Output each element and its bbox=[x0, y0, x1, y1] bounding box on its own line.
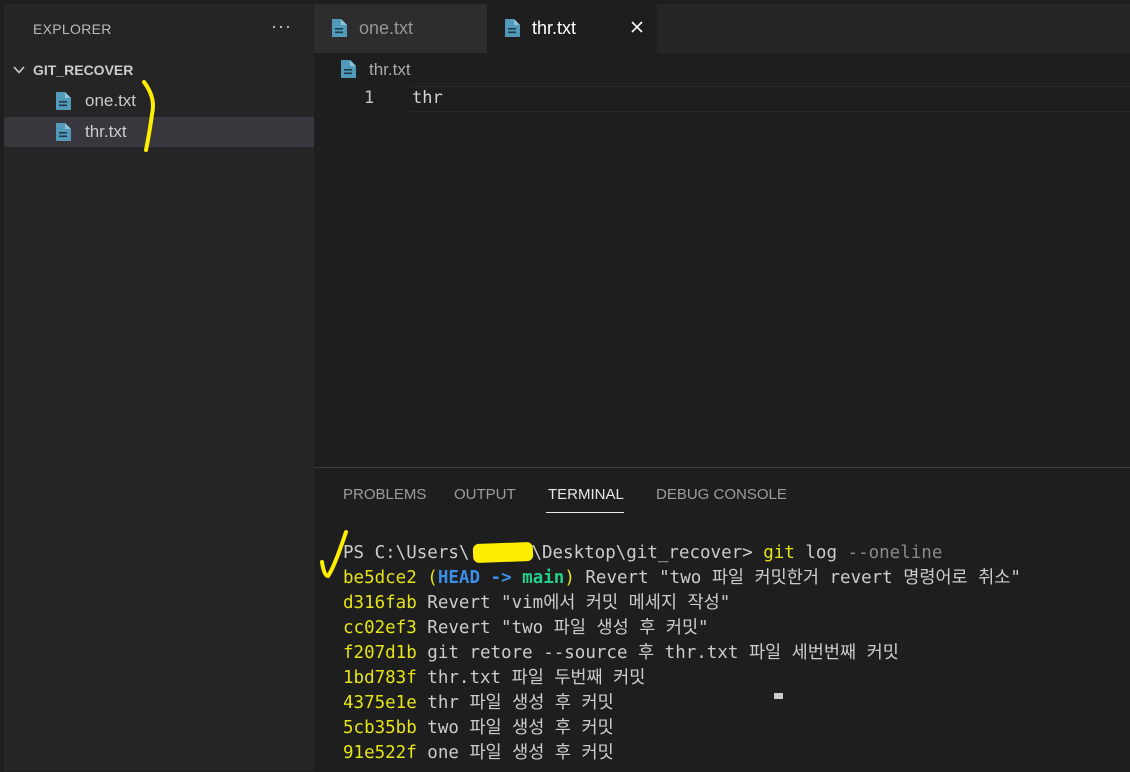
commit-message: Revert "vim에서 커밋 메세지 작성" bbox=[416, 593, 731, 613]
explorer-title: EXPLORER bbox=[33, 21, 112, 37]
commit-message: thr 파일 생성 후 커밋 bbox=[416, 693, 614, 713]
bottom-panel: PROBLEMS OUTPUT TERMINAL DEBUG CONSOLE P… bbox=[314, 467, 1130, 772]
commit-message: one 파일 생성 후 커밋 bbox=[416, 743, 614, 763]
commit-hash: cc02ef3 bbox=[343, 618, 417, 638]
annotation-checkmark bbox=[320, 530, 348, 579]
tab-thr-txt[interactable]: thr.txt bbox=[487, 4, 657, 53]
current-line-highlight bbox=[410, 86, 1130, 112]
tab-terminal[interactable]: TERMINAL bbox=[548, 486, 624, 503]
commit-hash: f207d1b bbox=[343, 643, 417, 663]
commit-hash: 91e522f bbox=[343, 743, 417, 763]
file-label: one.txt bbox=[85, 91, 137, 110]
active-tab-indicator bbox=[546, 512, 624, 513]
breadcrumb-file: thr.txt bbox=[369, 60, 411, 79]
commit-hash: be5dce2 bbox=[343, 568, 417, 588]
command-args: log bbox=[794, 543, 848, 563]
commit-message: Revert "two 파일 생성 후 커밋" bbox=[416, 618, 709, 638]
ref-open: ( bbox=[416, 568, 438, 588]
file-icon bbox=[341, 60, 356, 78]
file-icon bbox=[56, 123, 71, 141]
tab-debug-console[interactable]: DEBUG CONSOLE bbox=[656, 486, 787, 503]
tab-one-txt[interactable]: one.txt bbox=[314, 4, 487, 53]
commit-line: be5dce2 (HEAD -> main) Revert "two 파일 커밋… bbox=[343, 566, 1130, 591]
ref-arrow: -> bbox=[480, 568, 523, 588]
command-name: git bbox=[763, 543, 795, 563]
file-icon bbox=[56, 92, 71, 110]
file-icon bbox=[505, 19, 520, 37]
ref-close: ) bbox=[564, 568, 575, 588]
redaction-mark bbox=[472, 541, 534, 564]
editor-line-text[interactable]: thr bbox=[412, 88, 443, 108]
tab-label: one.txt bbox=[359, 18, 414, 38]
commit-message: two 파일 생성 후 커밋 bbox=[416, 718, 614, 738]
file-icon bbox=[332, 19, 347, 37]
editor-tab-bar: one.txt thr.txt bbox=[314, 4, 1130, 53]
terminal-cursor bbox=[774, 693, 783, 699]
folder-label: GIT_RECOVER bbox=[33, 62, 134, 78]
line-number: 1 bbox=[364, 88, 375, 108]
commit-message: thr.txt 파일 두번째 커밋 bbox=[416, 668, 646, 688]
prompt-suffix: \Desktop\git_recover> bbox=[531, 543, 764, 563]
commit-hash: 1bd783f bbox=[343, 668, 417, 688]
file-label: thr.txt bbox=[85, 122, 127, 141]
prompt-prefix: PS C:\Users\ bbox=[343, 543, 470, 563]
commit-line: 1bd783f thr.txt 파일 두번째 커밋 bbox=[343, 666, 1130, 691]
commit-hash: 4375e1e bbox=[343, 693, 417, 713]
commit-line: cc02ef3 Revert "two 파일 생성 후 커밋" bbox=[343, 616, 1130, 641]
commit-line: 4375e1e thr 파일 생성 후 커밋 bbox=[343, 691, 1130, 716]
commit-message: Revert "two 파일 커밋한거 revert 명령어로 취소" bbox=[574, 568, 1021, 588]
ref-head: HEAD bbox=[437, 568, 480, 588]
command-flag: --oneline bbox=[847, 543, 943, 563]
terminal-prompt-line: PS C:\Users\ \Desktop\git_recover> git lo… bbox=[343, 541, 1130, 566]
tab-label: thr.txt bbox=[532, 18, 577, 38]
editor-area[interactable]: 1 thr bbox=[314, 85, 1130, 465]
terminal-output[interactable]: PS C:\Users\ \Desktop\git_recover> git lo… bbox=[343, 541, 1130, 766]
commit-line: 91e522f one 파일 생성 후 커밋 bbox=[343, 741, 1130, 766]
tab-output[interactable]: OUTPUT bbox=[454, 486, 516, 503]
commit-line: d316fab Revert "vim에서 커밋 메세지 작성" bbox=[343, 591, 1130, 616]
close-icon[interactable] bbox=[629, 19, 645, 35]
commit-line: f207d1b git retore --source 후 thr.txt 파일… bbox=[343, 641, 1130, 666]
commit-message: git retore --source 후 thr.txt 파일 세번번째 커밋 bbox=[416, 643, 899, 663]
more-actions-button[interactable]: ··· bbox=[271, 16, 292, 37]
annotation-bracket bbox=[142, 80, 155, 152]
commit-hash: 5cb35bb bbox=[343, 718, 417, 738]
tab-problems[interactable]: PROBLEMS bbox=[343, 486, 426, 503]
commit-line: 5cb35bb two 파일 생성 후 커밋 bbox=[343, 716, 1130, 741]
commit-hash: d316fab bbox=[343, 593, 417, 613]
ref-branch: main bbox=[522, 568, 565, 588]
chevron-down-icon bbox=[13, 66, 25, 74]
